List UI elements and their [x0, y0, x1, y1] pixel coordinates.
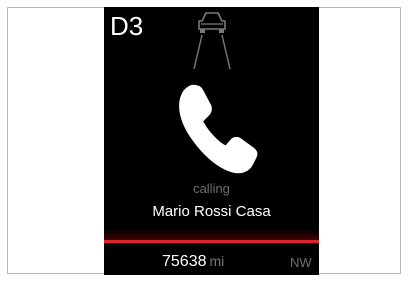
gear-indicator: D3: [110, 11, 144, 41]
call-status-label: calling: [193, 181, 230, 196]
contact-name: Mario Rossi Casa: [152, 203, 271, 220]
odometer-unit: mi: [209, 253, 225, 269]
accent-divider: [104, 240, 319, 243]
car-front-icon: [193, 12, 231, 70]
odometer-value: 75638: [162, 253, 207, 270]
phone-handset-icon: [179, 84, 258, 174]
instrument-cluster-screen: D3 calling Mario Rossi Casa 75638 mi NW: [104, 7, 319, 275]
odometer: 75638 mi: [162, 253, 224, 271]
compass-heading: NW: [290, 255, 312, 270]
